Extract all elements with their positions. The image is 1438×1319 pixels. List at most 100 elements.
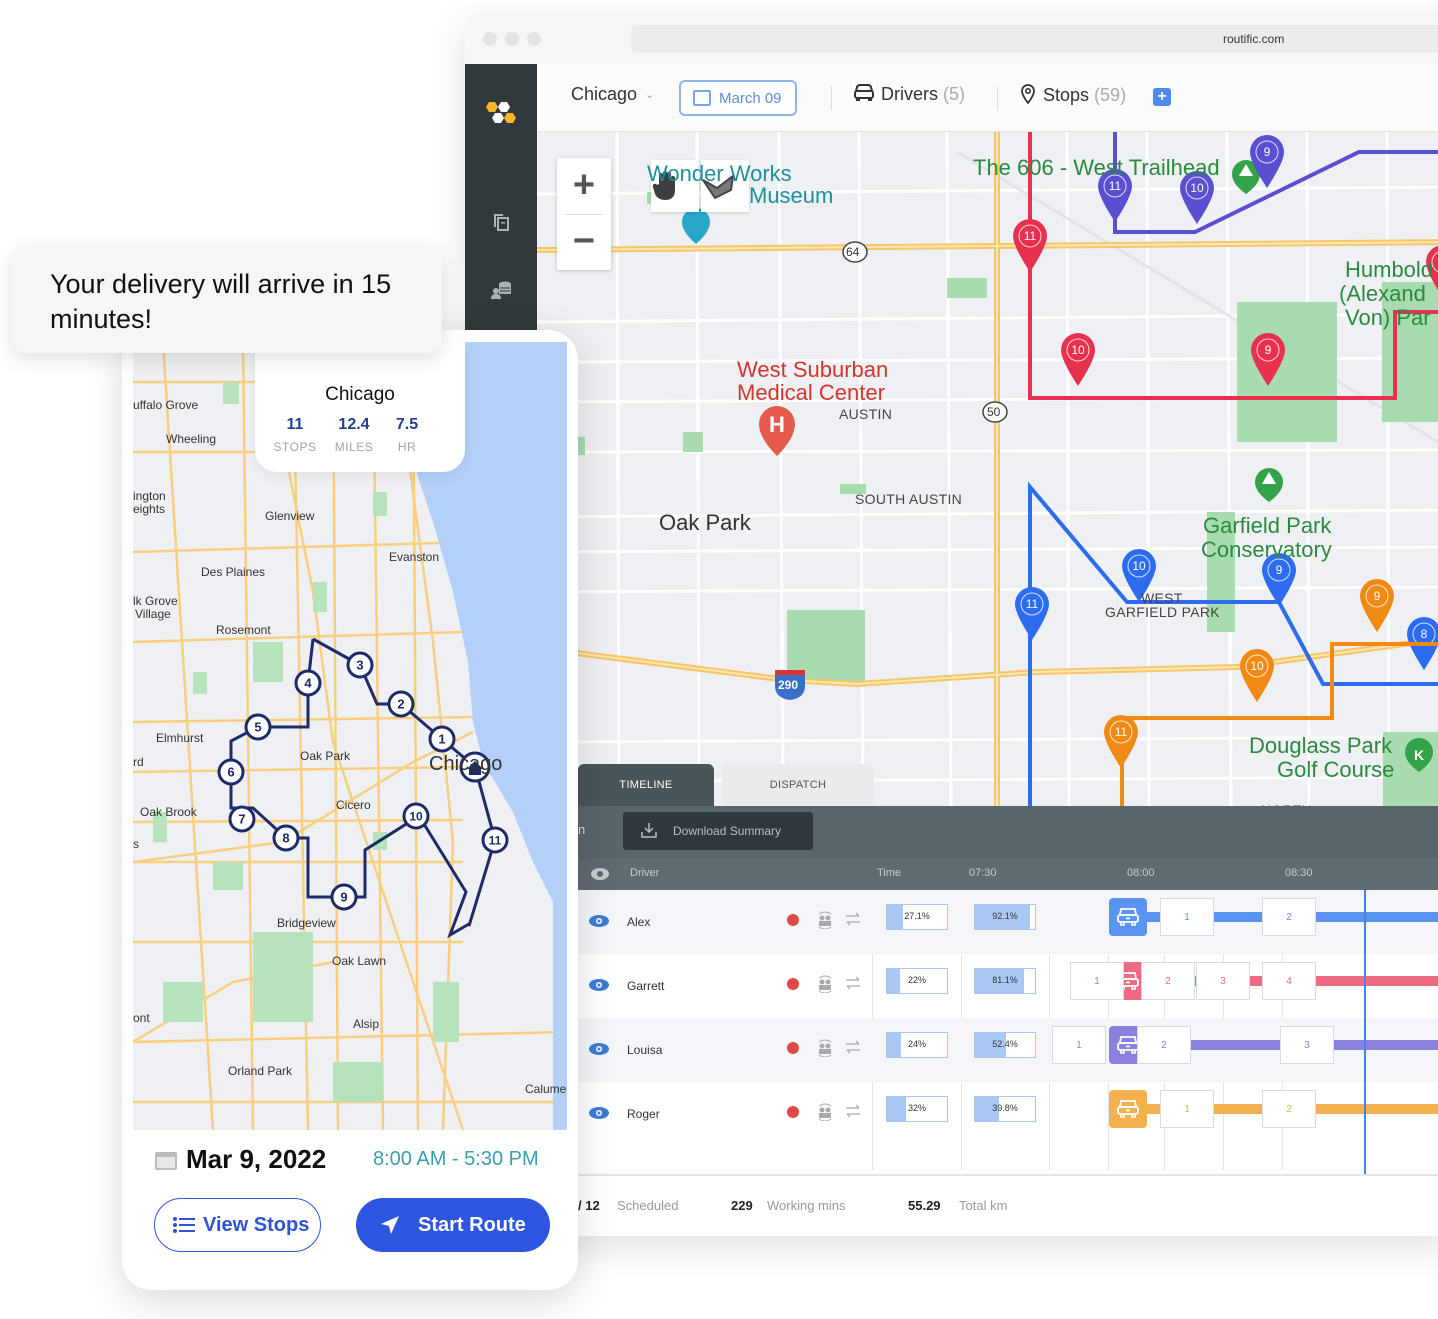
timeline-stop[interactable]: 2 [1141, 962, 1195, 1000]
eye-icon[interactable] [588, 1042, 610, 1056]
eye-icon[interactable] [590, 867, 610, 881]
timeline-stop[interactable]: 2 [1262, 898, 1316, 936]
route-time-window: 8:00 AM - 5:30 PM [373, 1148, 539, 1170]
route-stop-marker[interactable]: 8 [272, 824, 300, 852]
route-stop-marker[interactable]: 5 [244, 713, 272, 741]
tab-dispatch[interactable]: DISPATCH [722, 764, 874, 806]
route-stop-marker[interactable]: 7 [228, 805, 256, 833]
vehicle-badge[interactable] [1109, 898, 1147, 936]
download-summary-button[interactable]: Download Summary [623, 812, 813, 850]
swap-arrows-icon[interactable] [845, 912, 861, 926]
timeline-stop[interactable]: 2 [1262, 1090, 1316, 1128]
stops-nav-item[interactable]: Stops (59) [1021, 84, 1126, 106]
map-base: H K 1110911109811109811109 [537, 132, 1438, 806]
map-label-humboldt: Von) Par [1345, 305, 1431, 330]
map-label: Glenview [265, 509, 315, 523]
map-label: Oak Lawn [332, 954, 387, 968]
svg-text:K: K [1414, 747, 1424, 763]
route-stop-marker[interactable]: 4 [294, 669, 322, 697]
map-zoom-control: + − [557, 158, 611, 270]
route-stop-pin[interactable]: 11 [1104, 715, 1138, 768]
timeline-stop[interactable]: 2 [1137, 1026, 1191, 1064]
window-minimize-dot[interactable] [505, 32, 519, 46]
swap-arrows-icon[interactable] [845, 1040, 861, 1054]
time-utilization-bar: 81.1% [974, 968, 1036, 994]
eye-icon[interactable] [588, 914, 610, 928]
reassign-driver-icon[interactable] [816, 1039, 834, 1057]
stop-number: 5 [254, 720, 261, 735]
route-stop-marker[interactable]: 2 [387, 690, 415, 718]
delivery-notification: Your delivery will arrive in 15 minutes! [12, 245, 442, 353]
drivers-label: Drivers [881, 84, 938, 104]
driver-row[interactable]: Roger 32% 39.8% 1 2 [578, 1082, 1438, 1146]
pin-number: 11 [1109, 179, 1122, 193]
tab-timeline[interactable]: TIMELINE [578, 764, 714, 806]
driver-database-icon[interactable] [489, 278, 513, 302]
driver-row[interactable]: Alex 27.1% 92.1% 1 2 [578, 890, 1438, 954]
eye-icon[interactable] [588, 1106, 610, 1120]
route-stop-pin[interactable]: 10 [1240, 649, 1274, 702]
capacity-value: 32% [907, 1103, 926, 1113]
stat-stops: 11 STOPS [265, 416, 325, 454]
panel-toolbar: n Download Summary [578, 806, 1438, 858]
view-stops-button[interactable]: View Stops [154, 1198, 321, 1252]
map-label: Bridgeview [277, 916, 336, 930]
route-stop-marker[interactable]: 6 [217, 758, 245, 786]
routific-logo-icon[interactable] [483, 100, 519, 132]
add-stop-button[interactable]: + [1153, 88, 1171, 106]
museum-pin-icon[interactable] [682, 208, 710, 244]
hospital-pin-icon[interactable]: H [759, 406, 795, 456]
route-stop-marker[interactable]: 11 [481, 826, 509, 854]
zoom-in-button[interactable]: + [557, 158, 611, 213]
reassign-driver-icon[interactable] [816, 975, 834, 993]
timeline-stop[interactable]: 1 [1052, 1026, 1106, 1064]
route-stop-marker[interactable]: 10 [402, 802, 430, 830]
driver-row[interactable]: Louisa 24% 52.4% 12 3 [578, 1018, 1438, 1082]
route-stop-pin[interactable]: 11 [1015, 587, 1049, 640]
timeline-stop[interactable]: 1 [1160, 898, 1214, 936]
timeline-stop[interactable]: 1 [1070, 962, 1124, 1000]
hwy-50-label: 50 [987, 405, 1001, 419]
drivers-nav-item[interactable]: Drivers (5) [853, 84, 965, 105]
timeline-stop[interactable]: 4 [1262, 962, 1316, 1000]
copy-document-icon[interactable] [489, 210, 513, 234]
window-maximize-dot[interactable] [527, 32, 541, 46]
reassign-driver-icon[interactable] [816, 1103, 834, 1121]
browser-window: routific.com Chicago ⌄ March 09 Drivers … [465, 14, 1438, 1236]
driver-route-map[interactable]: 1 2 3 4 5 6 7 8 9 10 11 uffalo Grove Wheeling ingt… [133, 342, 567, 1130]
city-selector[interactable]: Chicago [571, 84, 637, 105]
pin-number: 9 [1276, 563, 1283, 577]
start-route-button[interactable]: Start Route [356, 1198, 550, 1252]
stat-stops-label: STOPS [273, 440, 317, 454]
working-mins-value: 229 [731, 1198, 753, 1213]
eye-icon[interactable] [588, 978, 610, 992]
map-label-trailhead: The 606 - West Trailhead [973, 155, 1220, 180]
route-stop-marker[interactable]: 9 [330, 883, 358, 911]
park-pin-icon[interactable] [1255, 468, 1283, 502]
timeline-stop[interactable]: 3 [1196, 962, 1250, 1000]
reassign-driver-icon[interactable] [816, 911, 834, 929]
route-stop-marker[interactable]: 1 [428, 725, 456, 753]
route-stop-pin[interactable]: 10 [1061, 333, 1095, 386]
timeline-stop[interactable]: 1 [1160, 1090, 1214, 1128]
route-stop-pin[interactable]: 11 [1013, 219, 1047, 272]
car-icon [1117, 1100, 1139, 1118]
chevron-down-icon[interactable]: ⌄ [645, 88, 654, 101]
map-label: uffalo Grove [133, 398, 199, 412]
url-bar[interactable] [631, 25, 1438, 53]
driver-row[interactable]: Garrett 22% 81.1% 1234 [578, 954, 1438, 1018]
map-label-austin: AUSTIN [839, 406, 893, 422]
vehicle-badge[interactable] [1109, 1090, 1147, 1128]
route-stop-marker[interactable]: 3 [346, 651, 374, 679]
swap-arrows-icon[interactable] [845, 1104, 861, 1118]
zoom-out-button[interactable]: − [557, 214, 611, 269]
start-route-label: Start Route [418, 1214, 526, 1236]
date-picker-button[interactable]: March 09 [679, 80, 797, 116]
swap-arrows-icon[interactable] [845, 976, 861, 990]
route-summary: / 12 Scheduled 229 Working mins 55.29 To… [578, 1174, 1438, 1236]
map-label: Orland Park [228, 1064, 293, 1078]
timeline-stop[interactable]: 3 [1280, 1026, 1334, 1064]
window-close-dot[interactable] [483, 32, 497, 46]
route-map[interactable]: H K 1110911109811109811109 + − [537, 132, 1438, 806]
map-label: ington [133, 489, 166, 503]
